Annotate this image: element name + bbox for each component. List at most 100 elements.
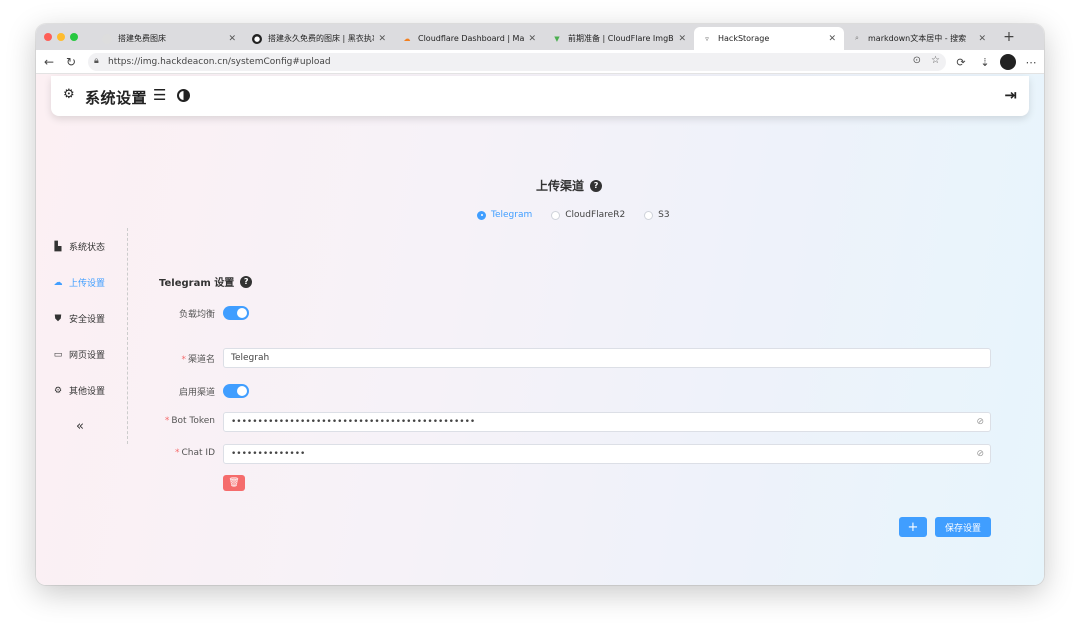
browser-toolbar: ← ↻ 🔒︎ https://img.hackdeacon.cn/systemC… [36,50,1044,74]
settings-sidebar: ▙ 系统状态 ☁ 上传设置 ⛊ 安全设置 ▭ 网页设置 ⚙ 其他设置 « [36,228,128,444]
save-settings-button[interactable]: 保存设置 [935,517,991,537]
shield-icon: ⛊ [54,313,62,324]
help-icon[interactable]: ? [240,275,253,288]
input-value: Telegrah [231,353,270,363]
logout-icon[interactable]: ⇥ [1004,86,1017,104]
chat-id-label: * Chat ID [95,448,215,458]
channel-radio-group: Telegram CloudFlareR2 S3 [477,210,689,220]
radio-s3[interactable]: S3 [644,210,670,220]
close-tab-icon[interactable]: ✕ [228,34,236,44]
star-icon[interactable]: ☆ [931,55,940,66]
switch-knob [237,386,247,396]
tab-title: HackStorage [718,34,770,43]
page-viewport: ⚙ 系统设置 ☰ ⇥ 上传渠道 ? Telegram CloudFlareR2 … [36,74,1044,585]
browser-tab[interactable]: ● 搭建永久免费的图床 | 黑衣执事 ✕ [244,27,394,50]
sidebar-item-label: 上传设置 [69,279,106,289]
browser-tab[interactable]: ▼ 前期准备 | CloudFlare ImgBed ✕ [544,27,694,50]
radio-dot [551,210,561,220]
more-options-icon[interactable]: ⊙ [913,55,921,66]
radio-label: CloudFlareR2 [565,210,626,220]
tab-bar: 搭建免费图床 ✕ ● 搭建永久免费的图床 | 黑衣执事 ✕ ☁ Cloudfla… [36,24,1044,50]
eye-hidden-icon[interactable]: ⊘ [976,449,984,459]
hamburger-menu-icon[interactable]: ☰ [153,86,166,104]
label-text: Bot Token [171,416,215,426]
upload-channel-heading: 上传渠道 ? [536,177,603,194]
github-icon: ● [252,33,262,44]
radio-cloudflare-r2[interactable]: CloudFlareR2 [551,210,625,220]
eye-hidden-icon[interactable]: ⊘ [976,417,984,427]
tab-title: 前期准备 | CloudFlare ImgBed [568,34,675,43]
required-asterisk: * [164,416,170,426]
lock-icon: 🔒︎ [94,56,99,66]
channel-name-label: * 渠道名 [95,352,215,365]
extensions-icon[interactable]: ⟳ [952,53,970,71]
channel-name-input[interactable]: Telegrah [223,348,991,368]
reload-icon[interactable]: ↻ [62,53,80,71]
radio-label: S3 [658,210,670,220]
site-icon: ▿ [705,34,709,43]
cloudflare-icon: ☁ [403,34,411,43]
trash-icon: 🗑︎ [228,478,240,488]
add-channel-button[interactable]: + [899,517,927,537]
menu-dots-icon[interactable]: ⋯ [1022,53,1040,71]
address-bar[interactable]: 🔒︎ https://img.hackdeacon.cn/systemConfi… [88,53,946,71]
close-tab-icon[interactable]: ✕ [528,34,536,44]
bot-token-input[interactable]: ••••••••••••••••••••••••••••••••••••••••… [223,412,991,432]
page-title: 系统设置 [85,89,148,107]
sidebar-item-system-status[interactable]: ▙ 系统状态 [52,240,105,254]
maximize-window-button[interactable] [70,33,78,41]
download-icon[interactable]: ⇣ [976,53,994,71]
sidebar-item-upload-settings[interactable]: ☁ 上传设置 [52,276,106,290]
telegram-settings-heading: Telegram 设置 ? [159,274,253,289]
radio-label: Telegram [491,210,533,220]
back-arrow-icon[interactable]: ← [40,53,58,71]
bot-token-label: * Bot Token [95,416,215,426]
gears-icon: ⚙ [63,87,75,102]
enable-channel-label: 启用渠道 [95,385,215,398]
switch-knob [237,308,247,318]
close-tab-icon[interactable]: ✕ [978,34,986,44]
collapse-sidebar-icon[interactable]: « [76,419,84,434]
browser-tab[interactable]: 搭建免费图床 ✕ [94,27,244,50]
browser-tab[interactable]: ☁ Cloudflare Dashboard | Manag ✕ [394,27,544,50]
search-icon: ⌕ [855,34,859,42]
radio-telegram[interactable]: Telegram [477,210,532,220]
loading-icon [102,33,112,44]
minimize-window-button[interactable] [57,33,65,41]
section-title-text: 上传渠道 [536,179,585,193]
gear-icon: ⚙ [53,385,63,396]
close-window-button[interactable] [44,33,52,41]
close-tab-icon[interactable]: ✕ [678,34,686,44]
label-text: Chat ID [181,448,215,458]
delete-channel-button[interactable]: 🗑︎ [223,475,245,491]
app-header: ⚙ 系统设置 ☰ ⇥ [51,76,1029,116]
theme-toggle-icon[interactable] [177,89,190,102]
label-text: 渠道名 [187,355,215,365]
tab-title: markdown文本居中 - 搜索 [868,34,967,43]
monitor-icon: ▭ [53,349,63,360]
load-balance-label: 负载均衡 [95,307,215,320]
radio-dot [477,210,486,220]
required-asterisk: * [181,355,186,365]
enable-channel-switch[interactable] [223,384,249,398]
tab-title: Cloudflare Dashboard | Manag [418,34,525,43]
tab-title: 搭建永久免费的图床 | 黑衣执事 [268,34,375,43]
input-value: •••••••••••••• [231,449,306,459]
browser-window: 搭建免费图床 ✕ ● 搭建永久免费的图床 | 黑衣执事 ✕ ☁ Cloudfla… [36,24,1044,585]
profile-avatar[interactable] [1000,54,1016,70]
load-balance-switch[interactable] [223,306,249,320]
close-tab-icon[interactable]: ✕ [378,34,386,44]
browser-tab-active[interactable]: ▿ HackStorage ✕ [694,27,844,50]
radio-dot [644,210,654,220]
label-text: 启用渠道 [178,388,215,398]
help-icon[interactable]: ? [590,179,603,192]
label-text: 负载均衡 [178,310,215,320]
browser-tab[interactable]: ⌕ markdown文本居中 - 搜索 ✕ [844,27,994,50]
chat-id-input[interactable]: •••••••••••••• ⊘ [223,444,991,464]
vue-icon: ▼ [554,34,560,43]
new-tab-button[interactable]: + [1000,27,1018,47]
close-tab-icon[interactable]: ✕ [828,34,836,44]
input-value: ••••••••••••••••••••••••••••••••••••••••… [231,417,476,427]
chart-icon: ▙ [54,241,62,252]
url-text: https://img.hackdeacon.cn/systemConfig#u… [108,57,331,67]
